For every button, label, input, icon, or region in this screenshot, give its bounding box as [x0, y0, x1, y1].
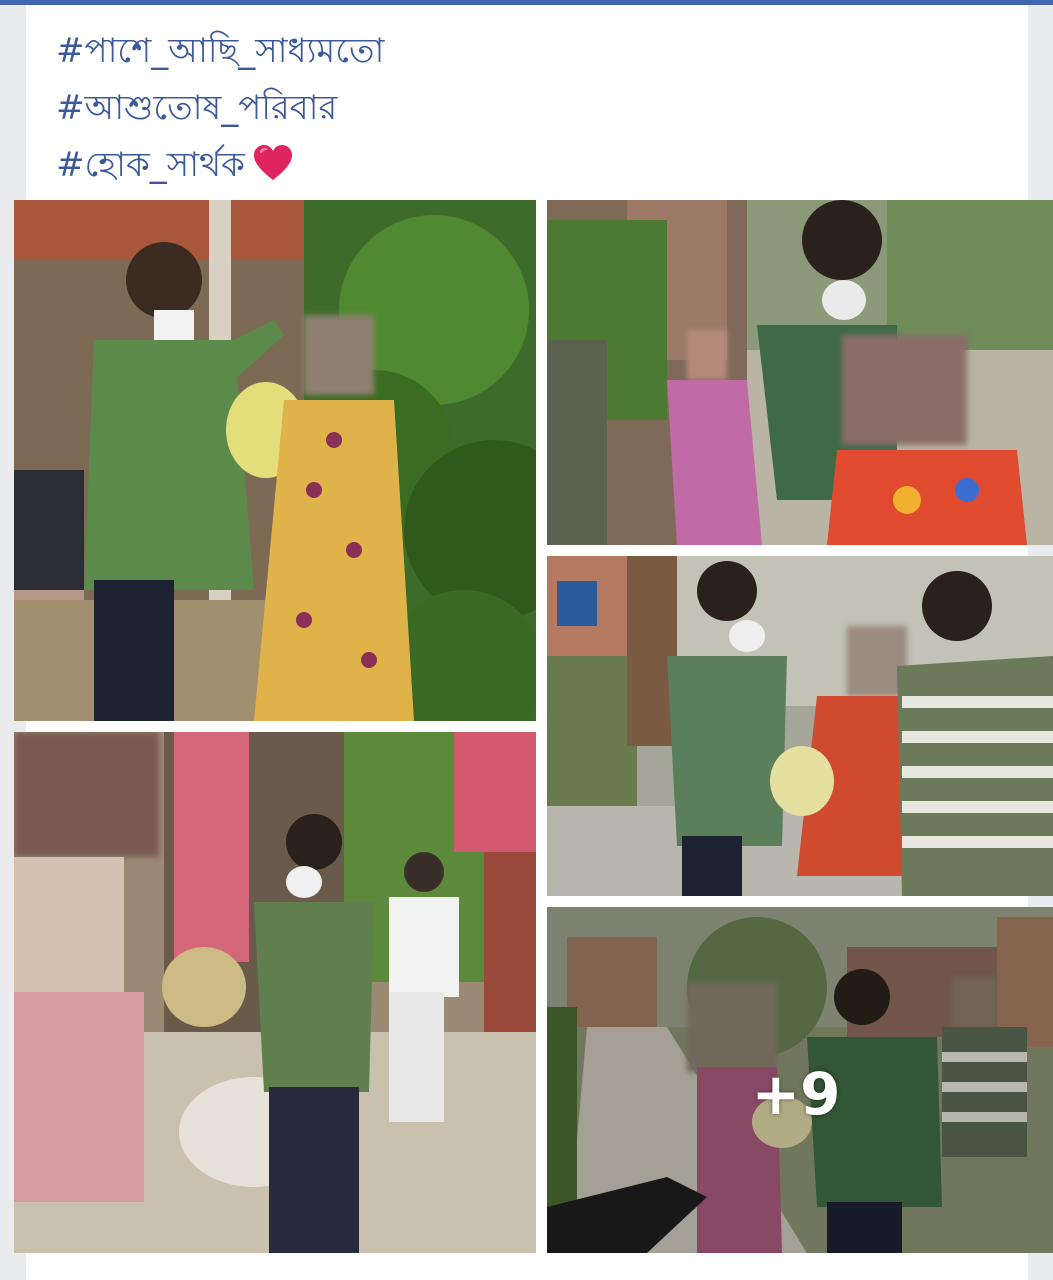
photo-3[interactable] [14, 732, 536, 1253]
hashtag-link-1[interactable]: #পাশে_আছি_সাধ্যমতো [56, 23, 384, 80]
photo-1[interactable] [14, 200, 536, 721]
hashtag-link-3[interactable]: #হোক_সার্থক [56, 145, 245, 185]
post-text: #পাশে_আছি_সাধ্যমতো #আশুতোষ_পরিবার #হোক_স… [56, 23, 384, 200]
hashtag-link-2[interactable]: #আশুতোষ_পরিবার [56, 80, 384, 137]
photo-4[interactable] [547, 556, 1053, 896]
photo-5-more[interactable]: +9 [547, 907, 1053, 1253]
more-photos-overlay[interactable]: +9 [547, 907, 1053, 1253]
photo-2[interactable] [547, 200, 1053, 545]
hashtag-link-3-line: #হোক_সার্থক [56, 137, 384, 200]
more-photos-count: +9 [751, 1060, 841, 1128]
heart-icon [253, 143, 293, 200]
